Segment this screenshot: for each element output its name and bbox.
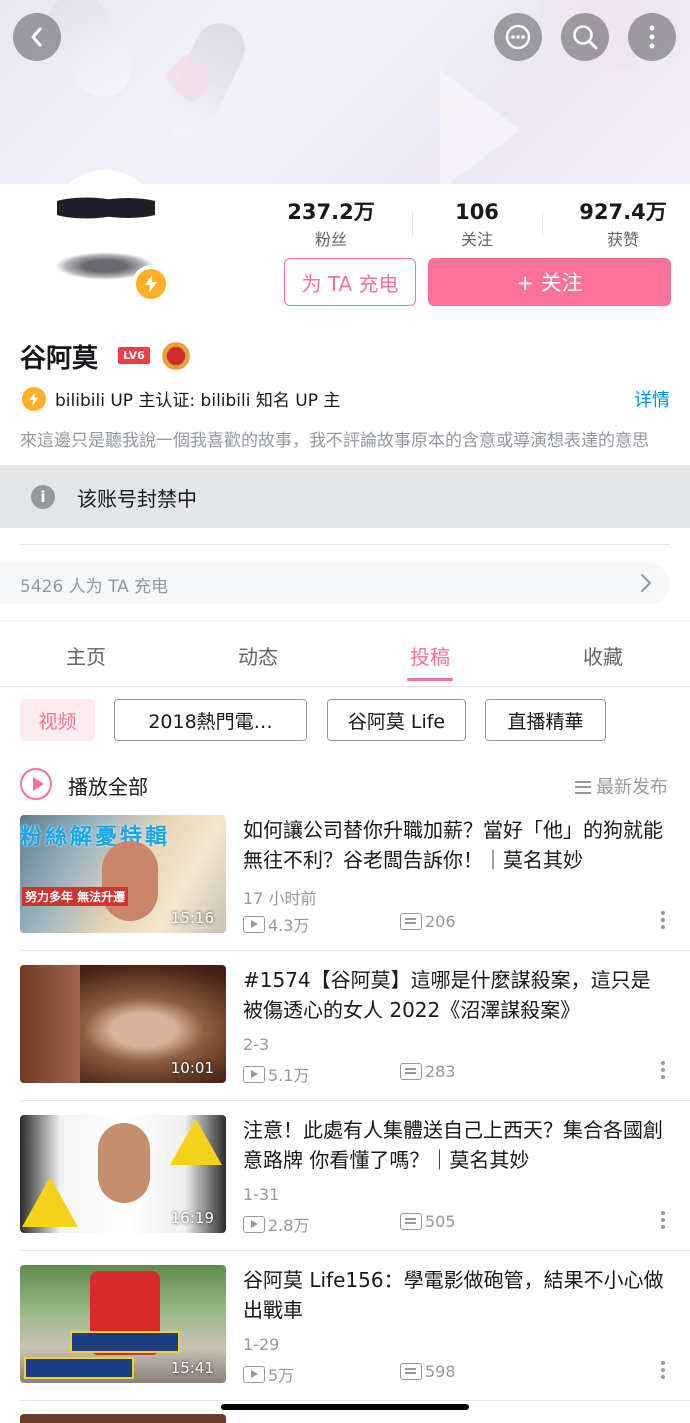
follow-button[interactable]: + 关注: [428, 258, 671, 306]
video-item[interactable]: 15:41 谷阿莫 Life156：學電影做砲管，結果不小心做出戰車 1-29 …: [0, 1265, 690, 1415]
video-item[interactable]: 10:01 #1574【谷阿莫】這哪是什麼謀殺案，這只是被傷透心的女人 2022…: [0, 965, 690, 1115]
video-comments: 206: [400, 912, 456, 931]
divider: [20, 950, 690, 951]
video-item[interactable]: 粉絲解憂特輯 努力多年 無法升遷 15:16 如何讓公司替你升職加薪？當好「他」…: [0, 815, 690, 965]
detail-link[interactable]: 详情: [634, 386, 670, 412]
video-title: 谷阿莫 Life156：學電影做砲管，結果不小心做出戰車: [243, 1268, 664, 1322]
verification-text: bilibili UP 主认证: bilibili 知名 UP 主: [55, 391, 341, 411]
video-date: 1-29: [243, 1335, 280, 1354]
charge-count-text: 5426 人为 TA 充电: [20, 577, 169, 597]
message-icon: [505, 24, 531, 50]
divider: [20, 1100, 690, 1101]
play-count-icon: [243, 1215, 265, 1233]
comment-icon: [400, 1363, 422, 1380]
comment-icon: [400, 1213, 422, 1230]
comment-icon: [400, 913, 422, 930]
more-vertical-icon[interactable]: [660, 1061, 666, 1083]
divider: [542, 212, 543, 236]
ban-notice: i 该账号封禁中: [0, 465, 690, 528]
chevron-right-icon: [641, 574, 652, 592]
charge-button[interactable]: 为 TA 充电: [284, 258, 416, 306]
stat-fans[interactable]: 237.2万 粉丝: [266, 200, 396, 250]
more-vertical-icon[interactable]: [660, 1211, 666, 1233]
video-thumbnail[interactable]: 16:19: [20, 1115, 226, 1233]
chip-life[interactable]: 谷阿莫 Life: [327, 699, 466, 741]
list-icon: [575, 781, 591, 794]
search-icon: [573, 25, 598, 50]
divider: [20, 1400, 690, 1401]
video-date: 17 小时前: [243, 889, 317, 908]
medal-icon: [160, 340, 192, 372]
chip-playlist-2018[interactable]: 2018熱門電…: [114, 699, 307, 741]
play-count-icon: [243, 1365, 265, 1383]
stat-value: 106: [455, 200, 499, 224]
back-arrow-icon: [31, 27, 42, 47]
stat-label: 获赞: [606, 230, 639, 249]
sort-label: 最新发布: [596, 777, 668, 798]
video-thumbnail[interactable]: 15:41: [20, 1265, 226, 1383]
video-plays: 4.3万: [243, 912, 309, 936]
video-plays: 5万: [243, 1362, 294, 1386]
video-date: 1-31: [243, 1185, 280, 1204]
chip-videos[interactable]: 视频: [20, 699, 95, 741]
video-plays: 5.1万: [243, 1062, 309, 1086]
play-count-icon: [243, 915, 265, 933]
video-plays: 2.8万: [243, 1212, 309, 1236]
tab-uploads[interactable]: 投稿: [370, 641, 490, 670]
more-button[interactable]: [628, 13, 676, 61]
search-button[interactable]: [561, 13, 609, 61]
video-date: 2-3: [243, 1035, 270, 1054]
user-name: 谷阿莫: [20, 344, 99, 374]
play-all-button[interactable]: 播放全部: [68, 771, 148, 800]
play-circle-icon[interactable]: [20, 768, 52, 800]
divider: [20, 1250, 690, 1251]
message-button[interactable]: [494, 13, 542, 61]
video-item-peek: [0, 1414, 690, 1423]
level-badge: LV6: [118, 347, 150, 364]
bio-text[interactable]: 來這邊只是聽我說一個我喜歡的故事，我不評論故事原本的含意或導演想表達的意思: [20, 426, 670, 451]
video-comments: 283: [400, 1062, 456, 1081]
stat-label: 粉丝: [314, 230, 347, 249]
lightning-icon: [145, 275, 157, 293]
more-vertical-icon[interactable]: [660, 1361, 666, 1383]
video-duration: 15:41: [170, 1359, 214, 1377]
profile-tabs: 主页 动态 投稿 收藏: [0, 621, 690, 687]
stat-likes: 927.4万 获赞: [558, 200, 688, 250]
charge-list-entry[interactable]: 5426 人为 TA 充电: [0, 563, 670, 604]
tab-home[interactable]: 主页: [26, 641, 146, 670]
tab-favorites[interactable]: 收藏: [543, 641, 663, 670]
chip-live-highlights[interactable]: 直播精華: [485, 699, 606, 741]
stat-following[interactable]: 106 关注: [412, 200, 542, 250]
stat-value: 927.4万: [579, 200, 667, 224]
divider: [20, 544, 670, 545]
back-button[interactable]: [13, 13, 61, 61]
info-icon: i: [31, 485, 55, 509]
video-item[interactable]: 16:19 注意！此處有人集體送自己上西天？集合各國創意路牌 你看懂了嗎？｜莫名…: [0, 1115, 690, 1265]
banner-decoration: [440, 70, 520, 184]
video-title: #1574【谷阿莫】這哪是什麼謀殺案，這只是被傷透心的女人 2022《沼澤謀殺案…: [243, 968, 651, 1022]
ban-notice-text: 该账号封禁中: [77, 487, 197, 511]
video-title: 如何讓公司替你升職加薪？當好「他」的狗就能無往不利？谷老闆告訴你！｜莫名其妙: [243, 818, 663, 872]
stat-value: 237.2万: [287, 200, 375, 224]
video-duration: 16:19: [170, 1209, 214, 1227]
play-count-icon: [243, 1065, 265, 1083]
home-indicator[interactable]: [221, 1404, 469, 1410]
video-thumbnail[interactable]: 10:01: [20, 965, 226, 1083]
tab-indicator: [407, 678, 453, 681]
video-duration: 10:01: [170, 1059, 214, 1077]
more-vertical-icon[interactable]: [660, 911, 666, 933]
up-verified-badge: [132, 265, 170, 303]
verified-icon: [22, 387, 46, 411]
video-title: 注意！此處有人集體送自己上西天？集合各國創意路牌 你看懂了嗎？｜莫名其妙: [243, 1118, 663, 1172]
more-vertical-icon: [649, 25, 655, 49]
video-thumbnail[interactable]: 粉絲解憂特輯 努力多年 無法升遷 15:16: [20, 815, 226, 933]
comment-icon: [400, 1063, 422, 1080]
video-duration: 15:16: [170, 909, 214, 927]
stat-label: 关注: [460, 230, 493, 249]
video-comments: 598: [400, 1362, 456, 1381]
video-comments: 505: [400, 1212, 456, 1231]
tab-dynamics[interactable]: 动态: [198, 641, 318, 670]
sort-button[interactable]: 最新发布: [575, 773, 668, 799]
